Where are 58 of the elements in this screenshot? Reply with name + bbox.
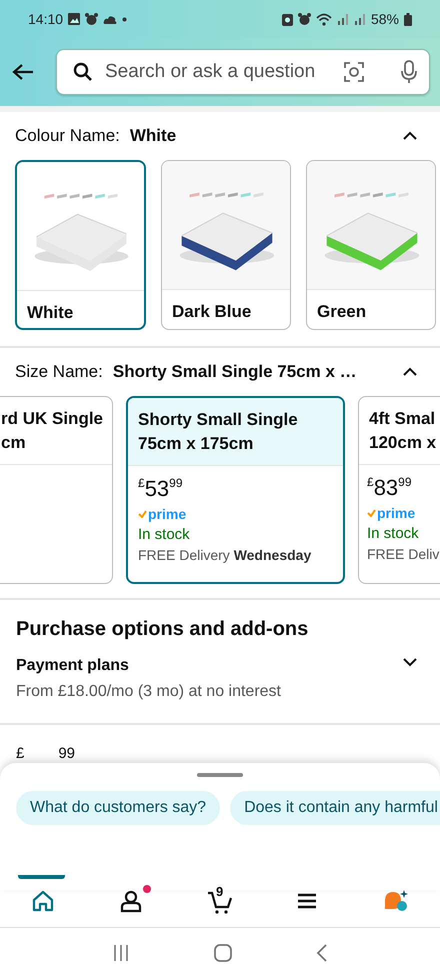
size-option[interactable]: 4ft Smal 120cm x $^{£}$83$^{99}$ prime In stock FREE Deliv <box>358 396 440 584</box>
prime-badge: prime <box>138 506 186 522</box>
battery-icon <box>404 12 412 26</box>
search-field[interactable]: Search or ask a question <box>103 60 333 84</box>
suggestion-chip[interactable]: What do customers say? <box>16 791 220 825</box>
size-name: 75cm x 175cm <box>138 433 254 455</box>
selected-size: Shorty Small Single 75cm x … <box>112 362 358 382</box>
collapse-caret-icon[interactable] <box>402 367 418 377</box>
wifi-icon <box>316 12 332 26</box>
selected-colour: White <box>130 126 178 146</box>
price-currency: £ <box>16 745 24 762</box>
stock-status: In stock <box>367 525 419 542</box>
search-bar[interactable]: Search or ask a question <box>56 49 430 95</box>
delivery-info: FREE Delivery Wednesday <box>138 547 312 563</box>
colour-option[interactable]: Green <box>306 160 436 330</box>
size-option[interactable]: rd UK Single cm <box>0 396 113 584</box>
size-label: Size Name: <box>15 362 103 382</box>
colour-label: Colour Name: <box>15 126 120 146</box>
suggestion-chip[interactable]: Does it contain any harmful <box>230 791 440 825</box>
size-name: Shorty Small Single <box>138 409 299 431</box>
back-arrow-icon[interactable] <box>12 63 34 81</box>
colour-name: Green <box>316 301 368 322</box>
delivery-info: FREE Deliv <box>367 546 440 562</box>
size-name: cm <box>1 432 27 454</box>
notification-dot-icon <box>122 16 128 22</box>
colour-name: White <box>26 302 74 323</box>
cart-tab[interactable]: 9 <box>176 877 264 927</box>
signal-icon <box>354 13 366 25</box>
colour-name: Dark Blue <box>171 301 252 322</box>
back-icon[interactable] <box>316 944 328 962</box>
battery-percent: 58% <box>370 11 399 27</box>
section-title: Purchase options and add-ons <box>16 618 310 641</box>
size-option[interactable]: Shorty Small Single 75cm x 175cm $^{£}$53$^{99}$ prime In stock FREE Delivery Wednesday <box>126 396 345 584</box>
size-name: rd UK Single <box>1 408 102 430</box>
payment-plans-title[interactable]: Payment plans <box>16 657 129 675</box>
price: $^{£}$53$^{99}$ <box>138 476 183 502</box>
colour-option[interactable]: White <box>15 160 146 330</box>
colour-option[interactable]: Dark Blue <box>161 160 291 330</box>
stock-status: In stock <box>138 526 190 543</box>
size-name: 120cm x <box>369 432 438 454</box>
signal-icon <box>336 13 349 25</box>
gallery-icon <box>68 13 80 25</box>
recent-apps-icon[interactable] <box>112 944 130 962</box>
home-button-icon[interactable] <box>214 944 232 962</box>
search-icon <box>73 62 93 82</box>
size-name: 4ft Smal <box>369 408 436 430</box>
status-time: 14:10 <box>28 11 64 27</box>
price: $^{£}$83$^{99}$ <box>367 475 412 501</box>
payment-plans-detail: From £18.00/mo (3 mo) at no interest <box>16 683 281 701</box>
cart-count: 9 <box>216 884 224 899</box>
collapse-caret-icon[interactable] <box>402 131 418 141</box>
expand-caret-icon[interactable] <box>402 657 418 667</box>
prime-badge: prime <box>367 505 416 521</box>
price-fraction: 99 <box>58 745 76 762</box>
cloud-icon <box>103 14 118 24</box>
camera-scan-icon[interactable] <box>343 61 365 83</box>
microphone-icon[interactable] <box>401 60 417 84</box>
drag-handle[interactable] <box>197 773 243 777</box>
